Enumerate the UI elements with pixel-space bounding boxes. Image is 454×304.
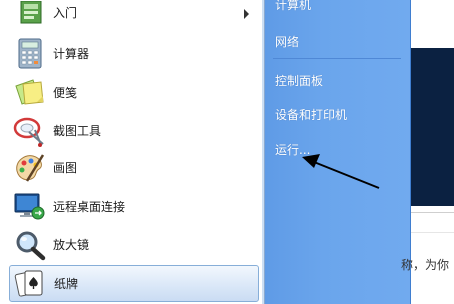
- devices-printers-link[interactable]: 设备和打印机: [275, 106, 347, 123]
- divider: [411, 212, 454, 213]
- program-item-calculator[interactable]: 计算器: [9, 36, 259, 72]
- network-link[interactable]: 网络: [275, 33, 299, 50]
- program-item-paint[interactable]: 画图: [9, 150, 259, 186]
- program-item-magnifier[interactable]: 放大镜: [9, 227, 259, 263]
- start-menu-places-panel: 计算机 网络 控制面板 设备和打印机 运行...: [265, 0, 411, 304]
- background-dark-region: [411, 48, 454, 206]
- program-label: 远程桌面连接: [53, 200, 126, 214]
- divider: [411, 232, 454, 233]
- program-label: 纸牌: [54, 277, 79, 291]
- submenu-arrow-icon: [244, 9, 249, 19]
- getting-started-icon: [20, 1, 42, 24]
- paint-icon: [16, 154, 45, 182]
- program-label: 放大镜: [53, 238, 90, 252]
- solitaire-icon: [14, 270, 43, 297]
- computer-link[interactable]: 计算机: [275, 0, 311, 13]
- program-item-remote-desktop[interactable]: 远程桌面连接: [9, 189, 259, 225]
- menu-separator: [273, 58, 401, 59]
- calculator-icon: [18, 38, 42, 69]
- snipping-tool-icon: [13, 117, 44, 147]
- remote-desktop-icon: [14, 193, 45, 220]
- sticky-notes-icon: [15, 79, 44, 105]
- program-item-sticky-notes[interactable]: 便笺: [9, 75, 259, 111]
- control-panel-link[interactable]: 控制面板: [275, 72, 323, 89]
- start-menu-programs-panel: 入门 计算器 便笺 截图工具 画图 远程桌面连接 放大镜 纸牌: [0, 0, 265, 304]
- run-link[interactable]: 运行...: [275, 141, 310, 158]
- magnifier-icon: [16, 231, 46, 261]
- program-label: 画图: [53, 161, 78, 175]
- program-label: 截图工具: [53, 124, 102, 138]
- program-label: 便笺: [53, 86, 78, 100]
- program-item-solitaire[interactable]: 纸牌: [9, 265, 259, 302]
- program-item-snipping-tool[interactable]: 截图工具: [9, 113, 259, 149]
- program-label: 计算器: [53, 47, 90, 61]
- program-item-getting-started[interactable]: 入门: [9, 0, 259, 36]
- background-partial-text: 称，为你: [401, 258, 450, 272]
- program-label: 入门: [53, 6, 78, 20]
- background-window: 称，为你: [401, 0, 454, 304]
